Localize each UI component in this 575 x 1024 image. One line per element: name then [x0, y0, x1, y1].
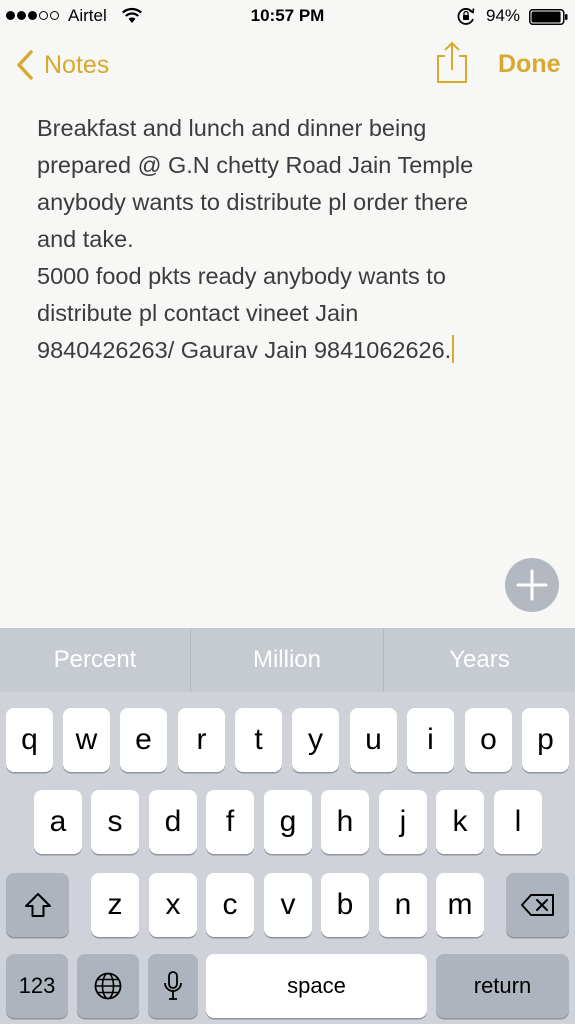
- back-to-notes-button[interactable]: Notes: [14, 47, 109, 83]
- text-cursor: [452, 335, 455, 363]
- key-x[interactable]: x: [149, 873, 197, 937]
- key-d[interactable]: d: [149, 790, 197, 854]
- key-w[interactable]: w: [63, 708, 110, 772]
- done-button[interactable]: Done: [498, 50, 561, 79]
- shift-key[interactable]: [6, 873, 69, 937]
- globe-key[interactable]: [77, 954, 139, 1018]
- share-icon[interactable]: [434, 40, 470, 86]
- key-a[interactable]: a: [34, 790, 82, 854]
- add-attachment-button[interactable]: [505, 558, 559, 612]
- back-label: Notes: [44, 50, 110, 79]
- chevron-left-icon: [17, 50, 33, 80]
- plus-icon: [516, 569, 548, 601]
- delete-key[interactable]: [506, 873, 569, 937]
- numbers-key[interactable]: 123: [6, 954, 68, 1018]
- note-line: 5000 food pkts ready anybody wants to: [37, 263, 446, 289]
- key-n[interactable]: n: [379, 873, 427, 937]
- key-l[interactable]: l: [494, 790, 542, 854]
- shift-arrow-icon: [24, 893, 51, 917]
- key-f[interactable]: f: [206, 790, 254, 854]
- key-z[interactable]: z: [91, 873, 139, 937]
- key-t[interactable]: t: [235, 708, 282, 772]
- key-v[interactable]: v: [264, 873, 312, 937]
- key-u[interactable]: u: [350, 708, 397, 772]
- suggestion-3[interactable]: Years: [384, 628, 575, 692]
- key-p[interactable]: p: [522, 708, 569, 772]
- key-g[interactable]: g: [264, 790, 312, 854]
- dictation-key[interactable]: [148, 954, 198, 1018]
- predictive-bar: Percent Million Years: [0, 628, 575, 692]
- suggestion-1[interactable]: Percent: [0, 628, 190, 692]
- key-c[interactable]: c: [206, 873, 254, 937]
- note-line: prepared @ G.N chetty Road Jain Temple: [37, 152, 474, 178]
- key-e[interactable]: e: [120, 708, 167, 772]
- key-k[interactable]: k: [436, 790, 484, 854]
- return-key[interactable]: return: [436, 954, 569, 1018]
- note-line-last: 9840426263/ Gaurav Jain 9841062626.: [37, 332, 557, 369]
- key-r[interactable]: r: [178, 708, 225, 772]
- status-bar: Airtel 10:57 PM 94%: [0, 0, 575, 34]
- key-q[interactable]: q: [6, 708, 53, 772]
- note-line: anybody wants to distribute pl order the…: [37, 189, 469, 215]
- key-h[interactable]: h: [321, 790, 369, 854]
- key-j[interactable]: j: [379, 790, 427, 854]
- key-m[interactable]: m: [436, 873, 484, 937]
- keyboard: Percent Million Years q w e r t y u i o …: [0, 628, 575, 1024]
- note-line: and take.: [37, 226, 134, 252]
- note-line: Breakfast and lunch and dinner being: [37, 115, 427, 141]
- suggestion-2[interactable]: Million: [191, 628, 383, 692]
- note-text-editor[interactable]: Breakfast and lunch and dinner being pre…: [37, 110, 557, 369]
- key-i[interactable]: i: [407, 708, 454, 772]
- orientation-lock-icon: [457, 8, 475, 25]
- navigation-bar: Notes Done: [0, 34, 575, 98]
- key-b[interactable]: b: [321, 873, 369, 937]
- key-s[interactable]: s: [91, 790, 139, 854]
- note-line: distribute pl contact vineet Jain: [37, 300, 359, 326]
- globe-icon: [94, 972, 122, 1000]
- key-o[interactable]: o: [465, 708, 512, 772]
- battery-icon: [529, 9, 568, 25]
- microphone-icon: [164, 971, 182, 1000]
- backspace-icon: [520, 894, 554, 916]
- note-line-text: 9840426263/ Gaurav Jain 9841062626.: [37, 337, 452, 363]
- space-key[interactable]: space: [206, 954, 427, 1018]
- key-y[interactable]: y: [292, 708, 339, 772]
- battery-percentage: 94%: [486, 6, 521, 25]
